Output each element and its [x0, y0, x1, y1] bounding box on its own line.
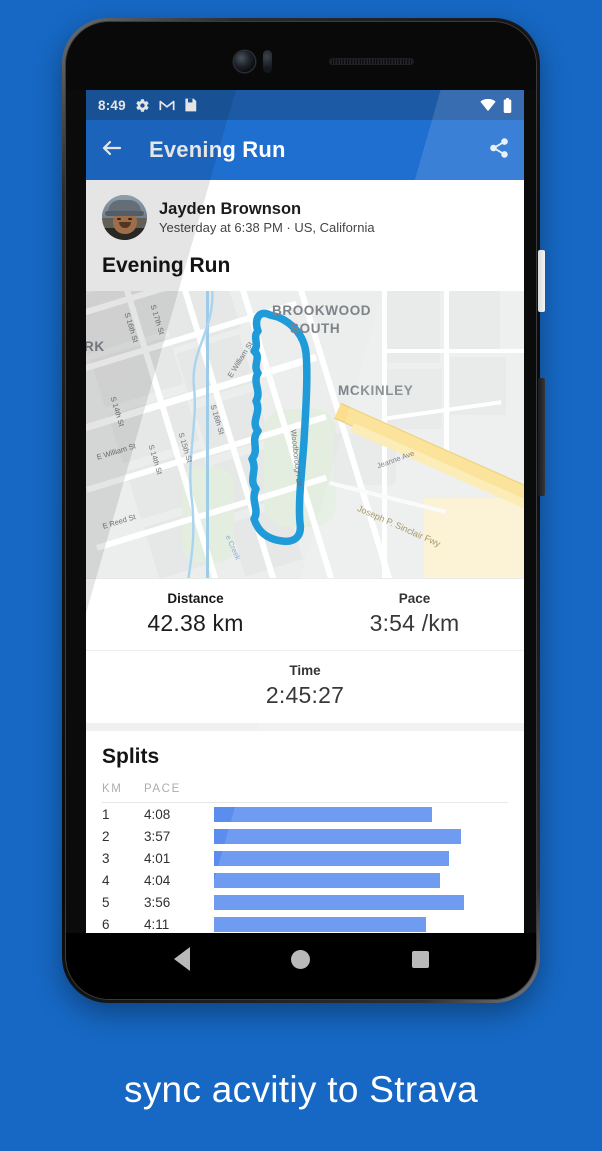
- stat-pace: Pace 3:54 /km: [305, 579, 524, 650]
- status-bar: 8:49: [86, 90, 524, 120]
- earpiece-speaker-icon: [329, 58, 414, 65]
- activity-map[interactable]: BROOKWOOD SOUTH MCKINLEY RK S 17th St S …: [86, 291, 524, 578]
- page-title: Evening Run: [149, 137, 286, 162]
- splits-section: Splits KM PACE 1 4:08 2 3:57 3 4:01 4 4:04 5 3:56…: [86, 723, 524, 935]
- phone-frame: 8:49 Evening Run Jayden Brownson Yesterd…: [62, 18, 540, 1003]
- map-label-south: SOUTH: [290, 321, 341, 336]
- activity-title: Evening Run: [102, 254, 231, 277]
- map-label-mckinley: MCKINLEY: [338, 383, 414, 398]
- wifi-icon: [480, 98, 496, 112]
- proximity-sensor-icon: [263, 50, 272, 73]
- splits-table-body: 1 4:08 2 3:57 3 4:01 4 4:04 5 3:56 6 4:11: [102, 803, 508, 935]
- user-name: Jayden Brownson: [159, 200, 302, 218]
- phone-screen: 8:49 Evening Run Jayden Brownson Yesterd…: [86, 90, 524, 941]
- split-row: 1 4:08: [102, 803, 508, 825]
- front-camera-icon: [234, 51, 255, 72]
- power-button[interactable]: [538, 250, 545, 312]
- nav-home-icon[interactable]: [288, 946, 314, 972]
- split-row: 3 4:01: [102, 847, 508, 869]
- status-bar-right-icons: [480, 97, 512, 113]
- split-bar-wrap: [202, 873, 508, 888]
- split-km: 3: [102, 851, 110, 866]
- split-bar-wrap: [202, 917, 508, 932]
- nav-recents-icon[interactable]: [407, 946, 433, 972]
- split-row: 5 3:56: [102, 891, 508, 913]
- split-km: 1: [102, 807, 110, 822]
- gear-icon: [135, 98, 150, 113]
- caption-text: sync acvitiy to Strava: [123, 1069, 479, 1110]
- android-nav-bar: [66, 933, 536, 999]
- split-bar-wrap: [202, 829, 508, 844]
- split-pace: 4:11: [144, 917, 170, 932]
- splits-table-header: KM PACE: [102, 769, 508, 803]
- app-bar: Evening Run: [86, 120, 524, 180]
- split-row: 4 4:04: [102, 869, 508, 891]
- stats-primary-row: Distance 42.38 km Pace 3:54 /km: [86, 578, 524, 650]
- stat-distance: Distance 42.38 km: [86, 579, 305, 650]
- split-km: 2: [102, 829, 110, 844]
- back-button[interactable]: [100, 136, 124, 165]
- map-label-brookwood: BROOKWOOD: [272, 303, 372, 318]
- split-pace: 3:56: [144, 895, 171, 910]
- stat-pace-label: Pace: [398, 591, 431, 606]
- split-bar: [214, 829, 461, 844]
- gmail-icon: [159, 99, 175, 112]
- stat-distance-label: Distance: [167, 591, 224, 606]
- activity-meta: Yesterday at 6:38 PM · US, California: [159, 220, 375, 235]
- stat-distance-value: 42.38 km: [147, 610, 244, 636]
- phone-top-bezel: [66, 22, 536, 90]
- split-bar: [214, 851, 450, 866]
- stat-time-label: Time: [289, 663, 321, 678]
- volume-button[interactable]: [538, 378, 545, 496]
- map-label-park: RK: [86, 339, 105, 354]
- stat-time: Time 2:45:27: [86, 650, 524, 723]
- split-row: 6 4:11: [102, 913, 508, 935]
- splits-header-km: KM: [102, 783, 123, 795]
- stat-pace-value: 3:54 /km: [369, 610, 460, 636]
- split-km: 5: [102, 895, 110, 910]
- nav-back-icon[interactable]: [169, 946, 195, 972]
- phone-body: 8:49 Evening Run Jayden Brownson Yesterd…: [65, 21, 537, 1000]
- split-bar: [214, 873, 441, 888]
- split-bar: [214, 917, 426, 932]
- battery-icon: [503, 97, 512, 113]
- split-pace: 3:57: [144, 829, 171, 844]
- save-icon: [184, 98, 197, 112]
- split-bar: [214, 895, 464, 910]
- avatar[interactable]: [102, 195, 147, 240]
- status-bar-time: 8:49: [98, 97, 126, 113]
- split-km: 4: [102, 873, 110, 888]
- split-bar: [214, 807, 432, 822]
- share-button[interactable]: [488, 137, 510, 164]
- stat-time-value: 2:45:27: [265, 682, 345, 708]
- user-text-block: Jayden Brownson Yesterday at 6:38 PM · U…: [159, 200, 375, 235]
- split-row: 2 3:57: [102, 825, 508, 847]
- split-bar-wrap: [202, 851, 508, 866]
- split-bar-wrap: [202, 807, 508, 822]
- user-info-block[interactable]: Jayden Brownson Yesterday at 6:38 PM · U…: [86, 180, 524, 240]
- split-bar-wrap: [202, 895, 508, 910]
- split-pace: 4:01: [144, 851, 171, 866]
- splits-header-pace: PACE: [144, 783, 181, 795]
- split-pace: 4:04: [144, 873, 171, 888]
- split-pace: 4:08: [144, 807, 171, 822]
- split-km: 6: [102, 917, 110, 932]
- splits-title: Splits: [102, 745, 160, 768]
